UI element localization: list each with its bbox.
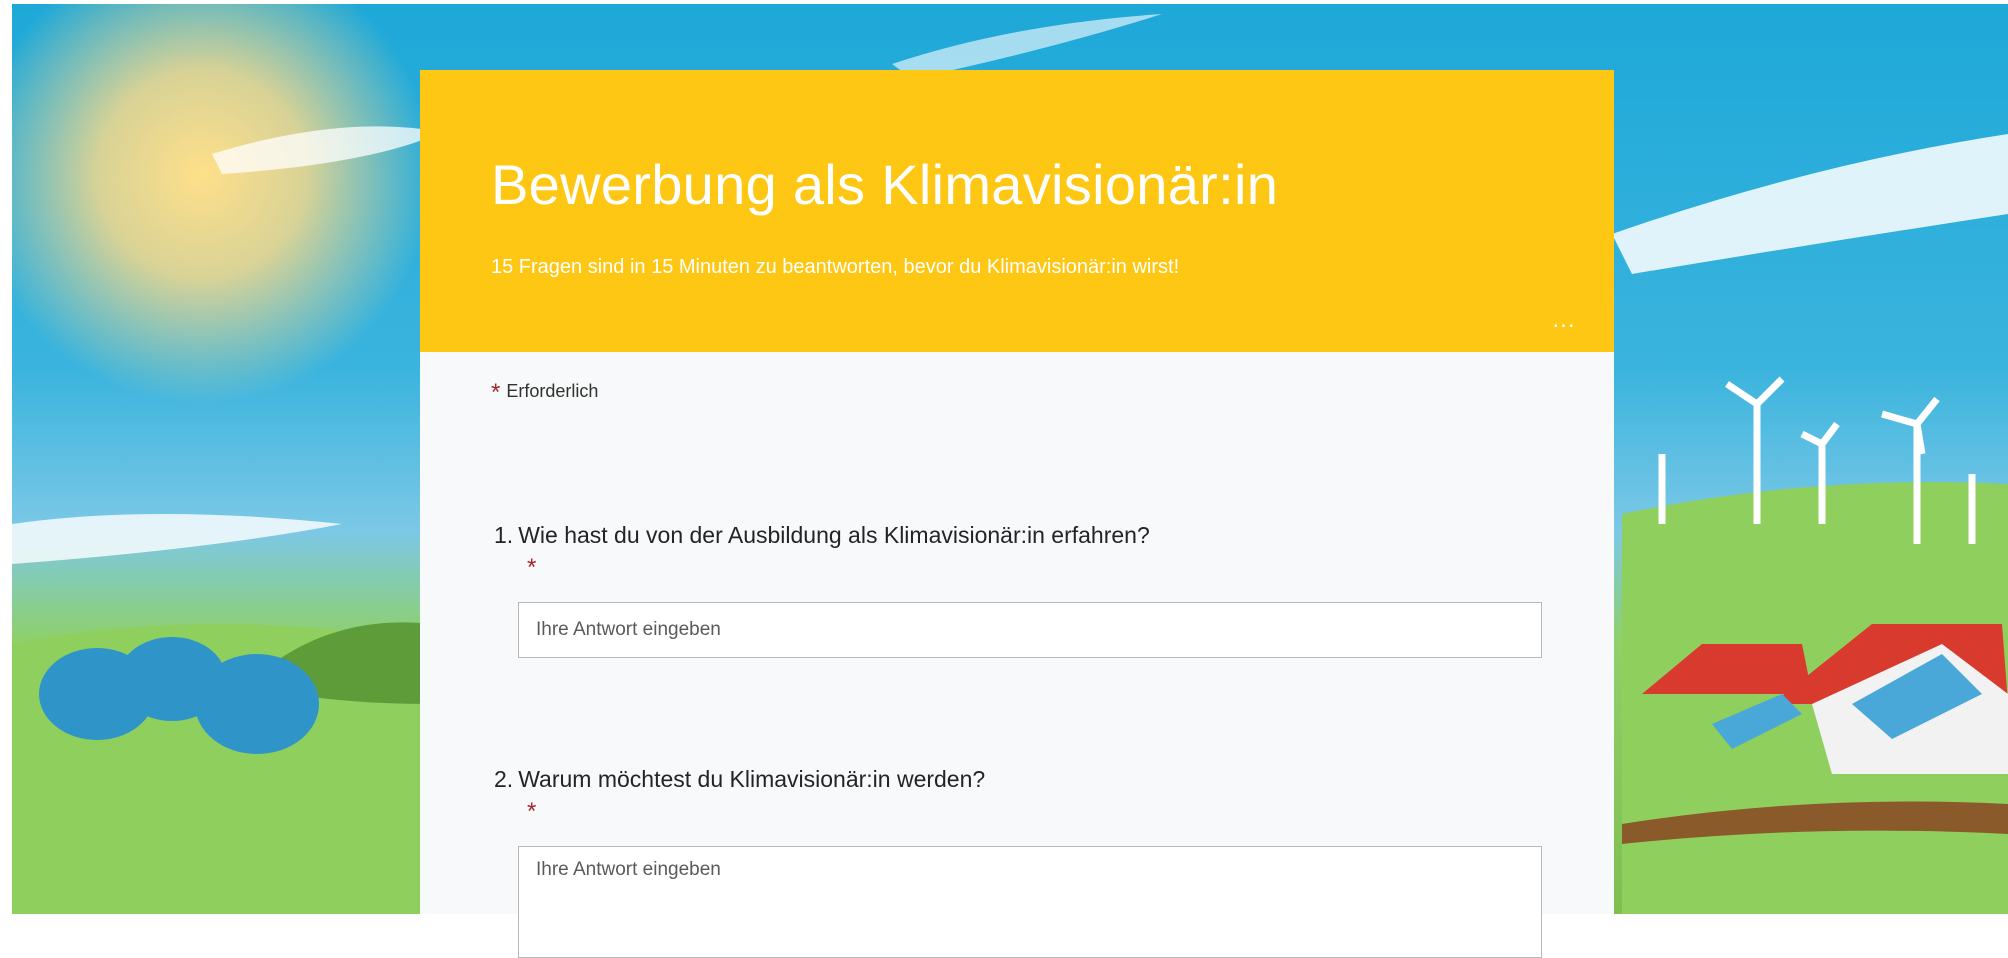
form-title: Bewerbung als Klimavisionär:in (491, 153, 1279, 216)
form-card: Bewerbung als Klimavisionär:in 15 Fragen… (420, 70, 1614, 958)
required-star-icon: * (491, 379, 501, 406)
question-1: 1. Wie hast du von der Ausbildung als Kl… (494, 522, 1542, 658)
more-options-button[interactable]: ... (1544, 308, 1584, 340)
more-options-icon: ... (1552, 306, 1576, 333)
question-number: 2. (494, 766, 514, 792)
answer-textarea-2[interactable] (518, 846, 1542, 958)
required-star-icon: * (527, 798, 537, 825)
question-2: 2. Warum möchtest du Klimavisionär:in we… (494, 766, 1542, 958)
required-label: Erforderlich (506, 381, 599, 401)
question-text: Warum möchtest du Klimavisionär:in werde… (518, 766, 986, 792)
form-header-banner: Bewerbung als Klimavisionär:in 15 Fragen… (420, 70, 1614, 352)
required-star-icon: * (527, 554, 537, 581)
sun-shape (12, 4, 432, 404)
question-title: 2. Warum möchtest du Klimavisionär:in we… (494, 766, 1520, 793)
form-subtitle: 15 Fragen sind in 15 Minuten zu beantwor… (491, 256, 1180, 278)
required-note: * Erforderlich (491, 376, 599, 406)
answer-input-1[interactable] (518, 602, 1542, 658)
question-title: 1. Wie hast du von der Ausbildung als Kl… (494, 522, 1520, 549)
question-text: Wie hast du von der Ausbildung als Klima… (518, 522, 1150, 548)
question-number: 1. (494, 522, 514, 548)
